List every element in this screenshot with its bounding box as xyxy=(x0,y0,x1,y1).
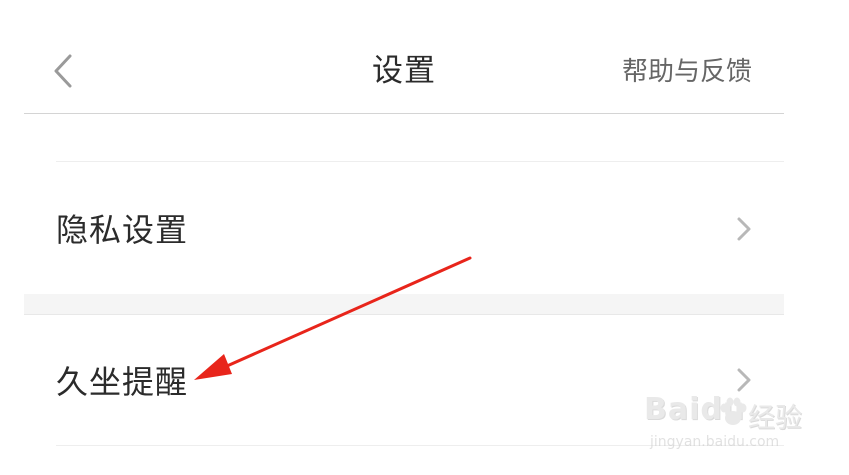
header-bar: 设置 帮助与反馈 xyxy=(24,0,784,114)
settings-item-sedentary-reminder[interactable]: 久坐提醒 xyxy=(24,315,784,445)
section-separator xyxy=(24,294,784,315)
settings-screen: 设置 帮助与反馈 隐私设置 久坐提醒 Baidu 经验 jingyan.baid… xyxy=(0,0,849,475)
help-feedback-link[interactable]: 帮助与反馈 xyxy=(622,52,752,92)
divider xyxy=(56,445,784,446)
settings-item-label: 久坐提醒 xyxy=(56,363,189,401)
settings-item-label: 隐私设置 xyxy=(56,211,189,249)
settings-item-privacy[interactable]: 隐私设置 xyxy=(24,162,784,294)
chevron-right-icon xyxy=(737,217,751,241)
chevron-right-icon xyxy=(737,368,751,392)
